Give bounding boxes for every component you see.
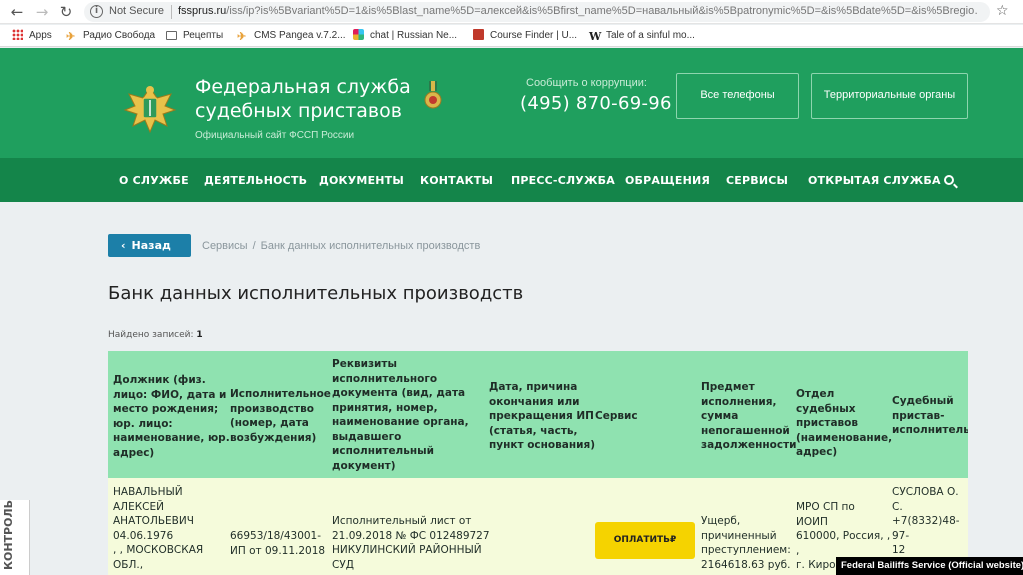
folder-icon bbox=[166, 31, 177, 40]
site-title-line2: судебных приставов bbox=[195, 100, 402, 122]
breadcrumb-separator: / bbox=[252, 240, 256, 252]
wikipedia-icon: W bbox=[589, 30, 602, 43]
bookmark-tale[interactable]: W Tale of a sinful mo... bbox=[589, 29, 695, 43]
cell-debtor: НАВАЛЬНЫЙ АЛЕКСЕЙ АНАТОЛЬЕВИЧ 04.06.1976… bbox=[113, 486, 204, 571]
browser-toolbar: ← → ↻ i Not Secure fssprus.ru/iss/ip?is%… bbox=[0, 0, 1023, 24]
records-found: Найдено записей: 1 bbox=[108, 330, 203, 340]
breadcrumb: Сервисы / Банк данных исполнительных произ… bbox=[202, 240, 480, 252]
side-control-tab[interactable]: КОНТРОЛЬ bbox=[0, 500, 30, 575]
radio-svoboda-icon: ✈ bbox=[66, 31, 76, 43]
info-icon[interactable]: i bbox=[90, 5, 103, 18]
cell-subject: Ущерб, причиненный преступлением: 216461… bbox=[701, 515, 791, 571]
col-department: Отдел судебных приставов (наименование, … bbox=[796, 388, 893, 458]
pay-button[interactable]: ОПЛАТИТЬ₽ bbox=[595, 522, 695, 559]
back-button[interactable]: ‹ Назад bbox=[108, 234, 191, 257]
pangea-icon: ✈ bbox=[237, 31, 247, 43]
bookmark-chat[interactable]: chat | Russian Ne... bbox=[353, 29, 457, 43]
back-button-label: Назад bbox=[131, 239, 171, 252]
nav-open-service[interactable]: ОТКРЫТАЯ СЛУЖБА bbox=[808, 174, 941, 187]
reload-icon[interactable]: ↻ bbox=[57, 3, 75, 21]
bookmarks-bar: Apps ✈ Радио Свобода Рецепты ✈ CMS Pangea … bbox=[0, 25, 1023, 47]
bookmark-radio-svoboda[interactable]: ✈ Радио Свобода bbox=[66, 29, 155, 43]
bookmark-label: CMS Pangea v.7.2... bbox=[254, 30, 346, 41]
site-header: Федеральная служба судебных приставов Оф… bbox=[0, 48, 1023, 158]
omnibox-separator bbox=[171, 5, 172, 19]
col-proceeding: Исполнительное производство (номер, дата… bbox=[230, 388, 331, 444]
course-finder-icon bbox=[473, 29, 484, 40]
records-label: Найдено записей: bbox=[108, 330, 194, 340]
nav-contacts[interactable]: КОНТАКТЫ bbox=[420, 174, 493, 187]
territorial-bodies-button[interactable]: Территориальные органы bbox=[811, 73, 968, 119]
col-subject: Предмет исполнения, сумма непогашенной з… bbox=[701, 381, 797, 451]
col-end-date: Дата, причина окончания или прекращения … bbox=[489, 381, 596, 451]
nav-press[interactable]: ПРЕСС-СЛУЖБА bbox=[511, 174, 615, 187]
bookmark-apps[interactable]: Apps bbox=[12, 29, 52, 43]
breadcrumb-services[interactable]: Сервисы bbox=[202, 240, 248, 252]
nav-about[interactable]: О СЛУЖБЕ bbox=[119, 174, 189, 187]
nav-activity[interactable]: ДЕЯТЕЛЬНОСТЬ bbox=[204, 174, 307, 187]
site-title-line1: Федеральная служба bbox=[195, 76, 411, 98]
cell-proceeding: 66953/18/43001- ИП от 09.11.2018 bbox=[230, 530, 326, 557]
bookmark-cms-pangea[interactable]: ✈ CMS Pangea v.7.2... bbox=[237, 29, 346, 43]
main-nav: О СЛУЖБЕ ДЕЯТЕЛЬНОСТЬ ДОКУМЕНТЫ КОНТАКТЫ… bbox=[0, 158, 1023, 202]
page-title: Банк данных исполнительных производств bbox=[108, 283, 524, 304]
col-debtor: Должник (физ. лицо: ФИО, дата и место ро… bbox=[113, 374, 230, 459]
records-count: 1 bbox=[196, 330, 203, 340]
fssp-emblem-icon[interactable] bbox=[121, 80, 179, 138]
col-bailiff: Судебный пристав- исполнитель bbox=[892, 395, 970, 436]
chevron-left-icon: ‹ bbox=[121, 239, 126, 252]
not-secure-label: Not Secure bbox=[109, 5, 165, 17]
nav-services[interactable]: СЕРВИСЫ bbox=[726, 174, 788, 187]
bookmark-recipes[interactable]: Рецепты bbox=[166, 29, 223, 43]
bookmark-label: Apps bbox=[29, 30, 52, 41]
medal-icon bbox=[424, 81, 442, 109]
image-caption: Federal Bailiffs Service (Official websi… bbox=[836, 557, 1023, 575]
page-background-right bbox=[968, 202, 1023, 575]
corruption-phone[interactable]: (495) 870-69-96 bbox=[520, 93, 672, 114]
search-icon[interactable] bbox=[944, 175, 954, 185]
apps-grid-icon bbox=[12, 29, 23, 40]
all-phones-button[interactable]: Все телефоны bbox=[676, 73, 799, 119]
bookmark-label: Tale of a sinful mo... bbox=[606, 30, 695, 41]
url-text[interactable]: fssprus.ru/iss/ip?is%5Bvariant%5D=1&is%5… bbox=[178, 5, 978, 17]
bookmark-label: chat | Russian Ne... bbox=[370, 30, 458, 41]
site-subtitle: Официальный сайт ФССП России bbox=[195, 130, 355, 141]
col-document: Реквизиты исполнительного документа (вид… bbox=[332, 358, 469, 472]
col-service: Сервис bbox=[595, 410, 638, 422]
table-header-row: Должник (физ. лицо: ФИО, дата и место ро… bbox=[108, 351, 970, 478]
bookmark-label: Course Finder | U... bbox=[490, 30, 578, 41]
nav-appeals[interactable]: ОБРАЩЕНИЯ bbox=[625, 174, 710, 187]
back-arrow-icon[interactable]: ← bbox=[8, 3, 26, 21]
bookmark-star-icon[interactable]: ☆ bbox=[996, 3, 1009, 19]
bookmark-label: Рецепты bbox=[183, 30, 224, 41]
cell-document: Исполнительный лист от 21.09.2018 № ФС 0… bbox=[332, 515, 490, 571]
url-path: /iss/ip?is%5Bvariant%5D=1&is%5Blast_name… bbox=[226, 5, 978, 17]
slack-icon bbox=[353, 29, 364, 40]
bookmark-label: Радио Свобода bbox=[83, 30, 156, 41]
url-host: fssprus.ru bbox=[178, 5, 227, 17]
forward-arrow-icon[interactable]: → bbox=[33, 3, 51, 21]
bookmark-course-finder[interactable]: Course Finder | U... bbox=[473, 29, 577, 43]
nav-documents[interactable]: ДОКУМЕНТЫ bbox=[319, 174, 404, 187]
breadcrumb-current: Банк данных исполнительных производств bbox=[260, 240, 481, 252]
address-bar[interactable]: i Not Secure fssprus.ru/iss/ip?is%5Bvari… bbox=[84, 2, 990, 22]
site-title[interactable]: Федеральная служба судебных приставов bbox=[195, 75, 411, 123]
side-control-label: КОНТРОЛЬ bbox=[2, 500, 15, 570]
corruption-label: Сообщить о коррупции: bbox=[526, 77, 647, 89]
